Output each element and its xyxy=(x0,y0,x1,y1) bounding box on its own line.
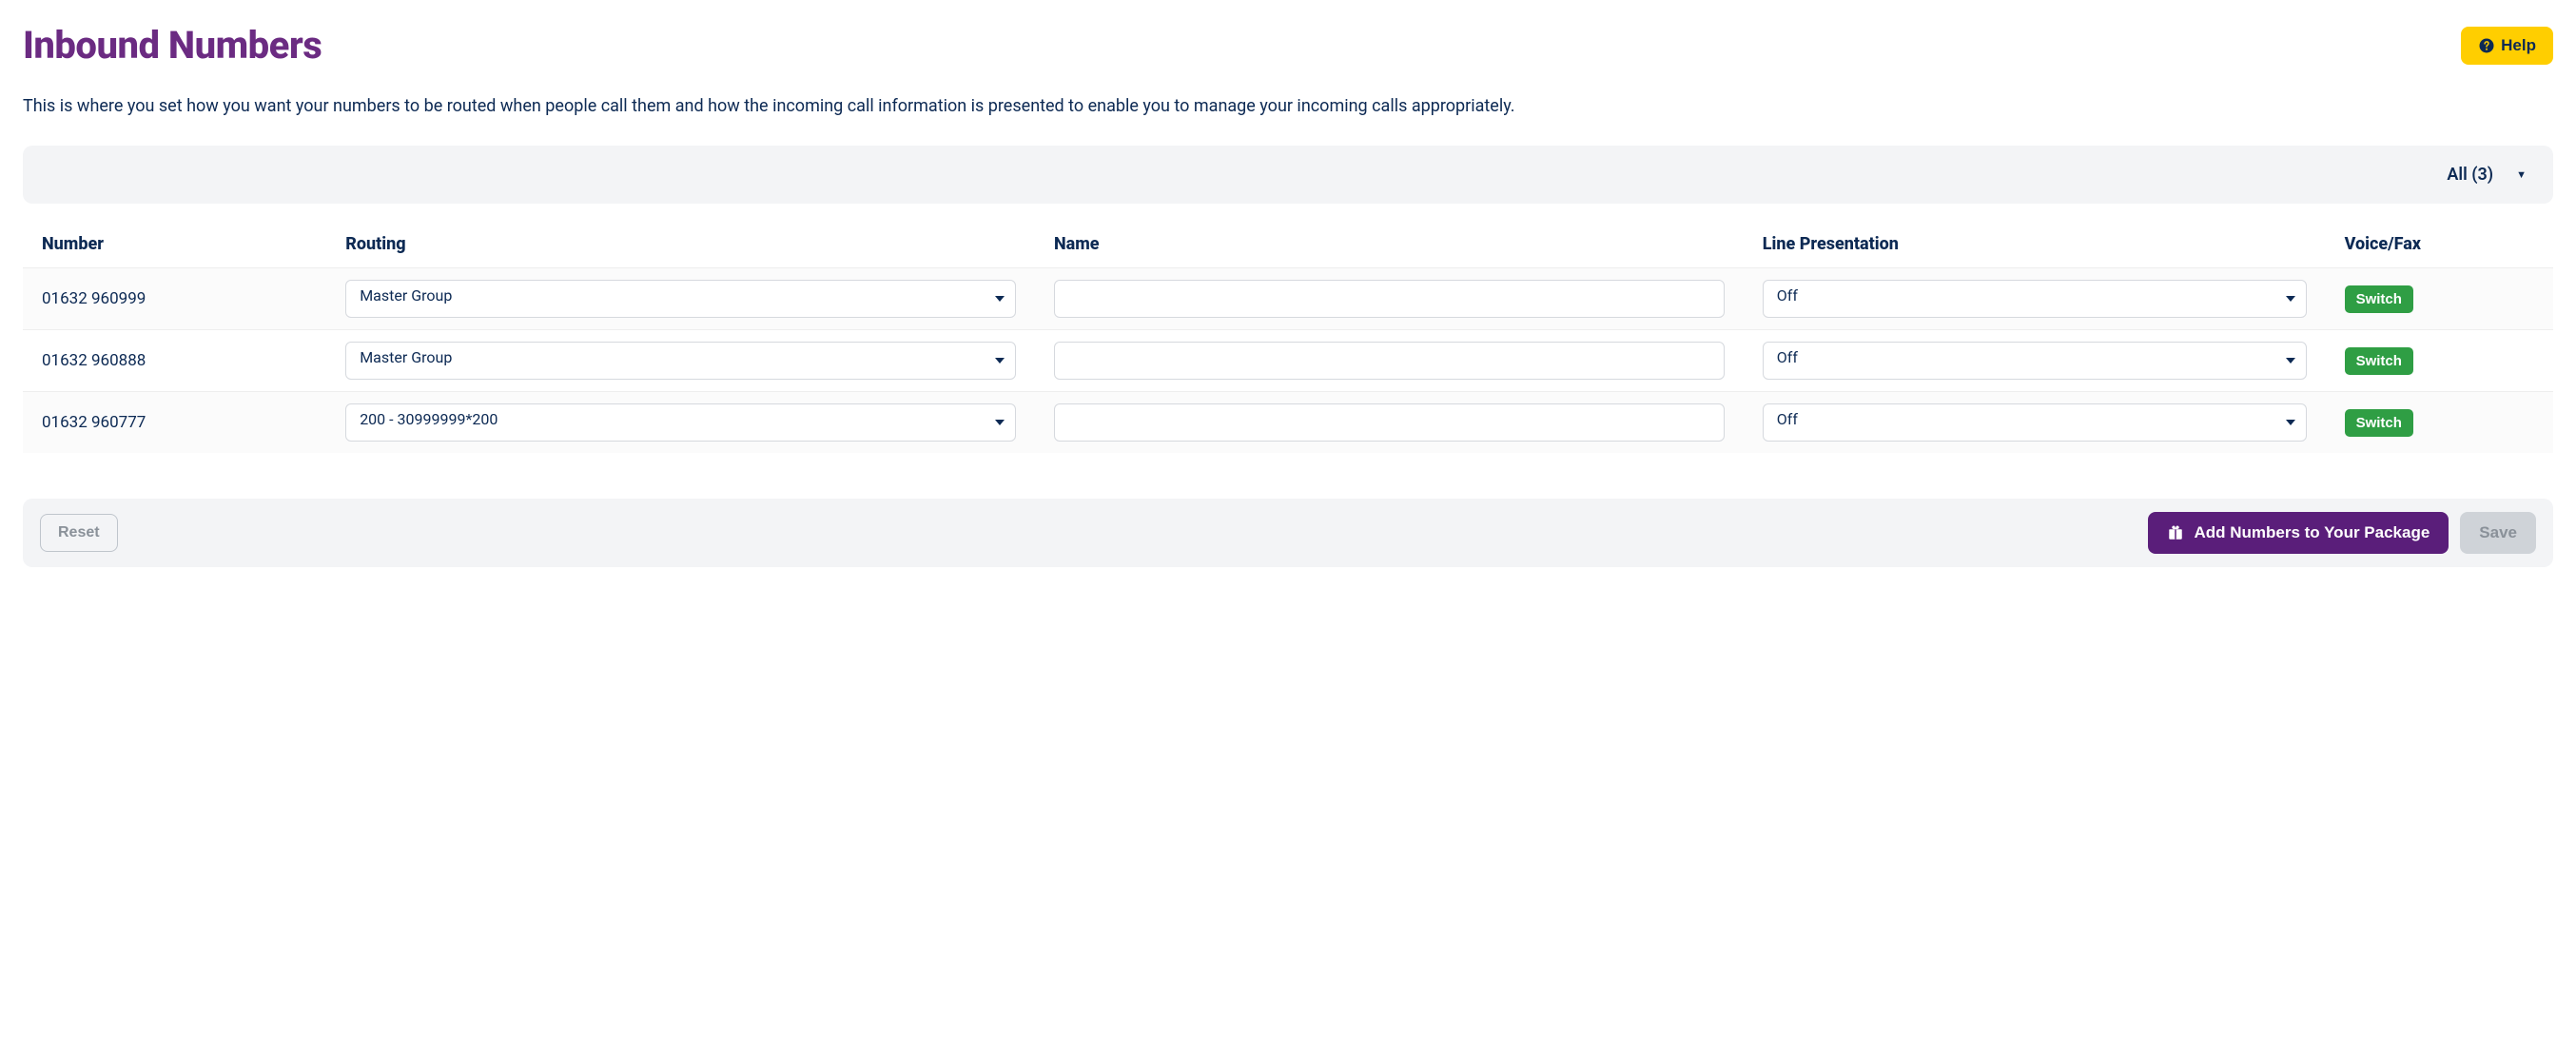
table-row: 01632 960999 Master Group Off Switch xyxy=(23,268,2553,330)
name-input[interactable] xyxy=(1054,280,1725,318)
add-numbers-button-label: Add Numbers to Your Package xyxy=(2194,523,2430,542)
page-description: This is where you set how you want your … xyxy=(23,94,2553,119)
column-header-name: Name xyxy=(1035,221,1744,268)
filter-bar: All (3) ▼ xyxy=(23,146,2553,204)
routing-select[interactable]: 200 - 30999999*200 xyxy=(345,403,1016,442)
voice-fax-switch-button[interactable]: Switch xyxy=(2345,409,2413,437)
help-icon xyxy=(2478,37,2495,54)
reset-button[interactable]: Reset xyxy=(40,514,118,552)
column-header-voice-fax: Voice/Fax xyxy=(2326,221,2553,268)
help-button-label: Help xyxy=(2501,36,2536,55)
line-presentation-select[interactable]: Off xyxy=(1763,280,2307,318)
number-cell: 01632 960777 xyxy=(23,392,326,454)
filter-select[interactable]: All (3) ▼ xyxy=(2439,159,2534,190)
table-row: 01632 960777 200 - 30999999*200 Off Swit… xyxy=(23,392,2553,454)
column-header-line-presentation: Line Presentation xyxy=(1744,221,2326,268)
page-title: Inbound Numbers xyxy=(23,23,322,68)
voice-fax-switch-button[interactable]: Switch xyxy=(2345,347,2413,375)
number-cell: 01632 960888 xyxy=(23,330,326,392)
routing-select[interactable]: Master Group xyxy=(345,280,1016,318)
gift-icon xyxy=(2167,524,2184,541)
save-button[interactable]: Save xyxy=(2460,512,2536,554)
name-input[interactable] xyxy=(1054,403,1725,442)
add-numbers-button[interactable]: Add Numbers to Your Package xyxy=(2148,512,2449,554)
column-header-number: Number xyxy=(23,221,326,268)
number-cell: 01632 960999 xyxy=(23,268,326,330)
line-presentation-select[interactable]: Off xyxy=(1763,403,2307,442)
footer-bar: Reset Add Numbers to Your Package Save xyxy=(23,499,2553,567)
routing-select[interactable]: Master Group xyxy=(345,342,1016,380)
chevron-down-icon: ▼ xyxy=(2516,168,2527,181)
filter-select-label: All (3) xyxy=(2447,165,2493,185)
voice-fax-switch-button[interactable]: Switch xyxy=(2345,285,2413,313)
column-header-routing: Routing xyxy=(326,221,1035,268)
help-button[interactable]: Help xyxy=(2461,27,2553,65)
table-row: 01632 960888 Master Group Off Switch xyxy=(23,330,2553,392)
name-input[interactable] xyxy=(1054,342,1725,380)
line-presentation-select[interactable]: Off xyxy=(1763,342,2307,380)
inbound-numbers-table: Number Routing Name Line Presentation Vo… xyxy=(23,221,2553,453)
